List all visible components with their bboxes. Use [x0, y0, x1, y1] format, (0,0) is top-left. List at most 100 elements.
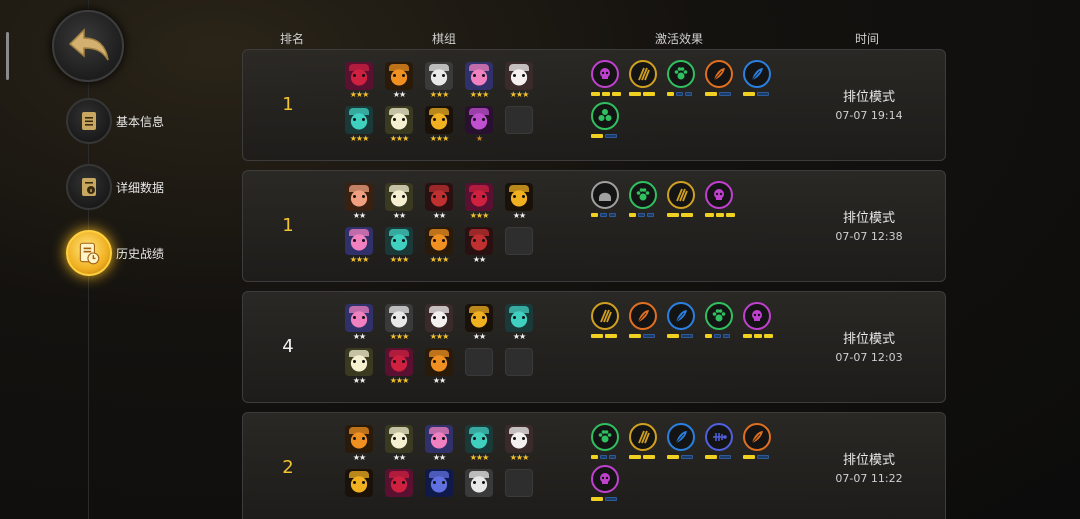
match-row[interactable]: 1 ★★★ ★★ ★★★ ★★★ ★★★ ★★★ ★★★ ★★★ ★ 排位模式 07-07 19:14 [242, 49, 946, 161]
unit-slot[interactable]: ★★★ [345, 227, 373, 265]
unit-slot[interactable]: ★★ [345, 348, 373, 386]
unit-slot[interactable]: ★★ [345, 183, 373, 221]
unit-slot[interactable]: ★★★ [385, 304, 413, 342]
trait-progress-segment [605, 134, 617, 138]
trait-item[interactable] [667, 181, 697, 217]
empty-slot [465, 348, 493, 376]
unit-slot[interactable]: ★★★ [505, 62, 533, 100]
trait-progress-segment [643, 455, 655, 459]
trait-item[interactable] [667, 302, 697, 338]
hero-portrait-icon [425, 469, 453, 497]
match-row[interactable]: 4 ★★ ★★★ ★★★ ★★ ★★ ★★ ★★★ ★★ 排位模式 07-07 12:03 [242, 291, 946, 403]
trait-progress-segment [681, 455, 693, 459]
unit-slot[interactable]: ★★ [465, 227, 493, 265]
trait-item[interactable] [591, 302, 621, 338]
unit-slot[interactable]: ★ [465, 106, 493, 144]
hero-portrait-icon [385, 106, 413, 134]
trait-item[interactable] [629, 302, 659, 338]
unit-slot[interactable]: ★★★ [465, 62, 493, 100]
back-button[interactable] [52, 10, 124, 82]
trait-item[interactable] [705, 302, 735, 338]
trait-item[interactable] [591, 102, 621, 138]
trait-progress [591, 92, 621, 96]
trait-item[interactable] [591, 181, 621, 217]
unit-slot[interactable]: ★★ [385, 62, 413, 100]
hero-portrait-icon [385, 227, 413, 255]
trait-progress-segment [705, 213, 714, 217]
unit-slot[interactable]: ★★ [505, 304, 533, 342]
fish-bone-icon [705, 423, 733, 451]
trait-item[interactable] [743, 423, 773, 459]
trait-item[interactable] [705, 60, 735, 96]
nav-item-0[interactable]: 基本信息 [66, 98, 164, 144]
trait-item[interactable] [591, 465, 621, 501]
trait-progress-segment [667, 92, 674, 96]
match-row[interactable]: 1 ★★ ★★ ★★ ★★★ ★★ ★★★ ★★★ ★★★ ★★ 排位模式 07-07 12:38 [242, 170, 946, 282]
unit-slot[interactable]: ★★ [425, 425, 453, 463]
unit-slot[interactable]: ★★★ [425, 227, 453, 265]
star-rating: ★★★ [429, 90, 450, 99]
trait-progress-segment [743, 455, 755, 459]
star-rating: ★★ [352, 211, 366, 220]
trait-progress-segment [605, 497, 617, 501]
star-rating [465, 497, 493, 507]
trait-item[interactable] [667, 60, 697, 96]
unit-slot[interactable]: ★★★ [465, 183, 493, 221]
nav-item-2[interactable]: 历史战绩 [66, 230, 164, 276]
unit-slot[interactable]: ★★ [425, 183, 453, 221]
trait-progress-segment [629, 455, 641, 459]
star-rating: ★★★ [389, 332, 410, 341]
unit-slot[interactable]: ★★ [345, 304, 373, 342]
unit-row: ★★★ ★★ ★★★ ★★★ ★★★ [345, 62, 555, 100]
hero-portrait-icon [385, 183, 413, 211]
unit-slot[interactable]: ★★★ [465, 425, 493, 463]
unit-slot[interactable]: ★★★ [425, 62, 453, 100]
unit-slot[interactable]: ★★★ [505, 425, 533, 463]
trait-item[interactable] [629, 60, 659, 96]
trait-item[interactable] [705, 181, 735, 217]
scroll-handle[interactable] [6, 32, 9, 80]
paw-print-icon [705, 302, 733, 330]
trait-item[interactable] [591, 60, 621, 96]
unit-slot[interactable]: ★★★ [385, 348, 413, 386]
star-rating [505, 376, 533, 386]
unit-slot[interactable]: ★★★ [425, 106, 453, 144]
active-traits [591, 60, 791, 144]
claw-slash-icon [629, 60, 657, 88]
unit-slot[interactable]: ★★★ [345, 62, 373, 100]
unit-slot[interactable]: ★★ [465, 304, 493, 342]
match-row[interactable]: 2 ★★ ★★ ★★ ★★★ ★★★ 排位模式 07-07 11:22 [242, 412, 946, 519]
trait-progress-segment [629, 213, 636, 217]
unit-slot[interactable]: ★★ [505, 183, 533, 221]
feather-icon [629, 302, 657, 330]
trait-item[interactable] [591, 423, 621, 459]
unit-slot[interactable] [425, 469, 453, 507]
trait-item[interactable] [705, 423, 735, 459]
hero-portrait-icon [425, 348, 453, 376]
rank-value: 1 [282, 94, 294, 115]
unit-slot[interactable]: ★★ [345, 425, 373, 463]
trait-item[interactable] [743, 302, 773, 338]
match-time: 07-07 12:03 [835, 351, 903, 364]
unit-row: ★★★ ★★★ ★★★ ★ [345, 106, 555, 144]
header-traits: 激活效果 [655, 32, 704, 46]
trait-progress [705, 455, 735, 459]
trait-item[interactable] [629, 181, 659, 217]
trait-item[interactable] [629, 423, 659, 459]
nav-item-1[interactable]: 详细数据 [66, 164, 164, 210]
match-time: 07-07 19:14 [835, 109, 903, 122]
unit-slot[interactable]: ★★ [385, 183, 413, 221]
star-rating: ★★ [352, 332, 366, 341]
trait-item[interactable] [667, 423, 697, 459]
unit-slot[interactable]: ★★ [425, 348, 453, 386]
unit-slot[interactable]: ★★★ [345, 106, 373, 144]
unit-slot[interactable]: ★★★ [385, 106, 413, 144]
star-rating: ★★ [352, 376, 366, 385]
unit-slot[interactable]: ★★★ [385, 227, 413, 265]
unit-slot[interactable]: ★★★ [425, 304, 453, 342]
unit-slot[interactable] [385, 469, 413, 507]
trait-item[interactable] [743, 60, 773, 96]
unit-slot[interactable] [345, 469, 373, 507]
unit-slot[interactable]: ★★ [385, 425, 413, 463]
unit-slot[interactable] [465, 469, 493, 507]
